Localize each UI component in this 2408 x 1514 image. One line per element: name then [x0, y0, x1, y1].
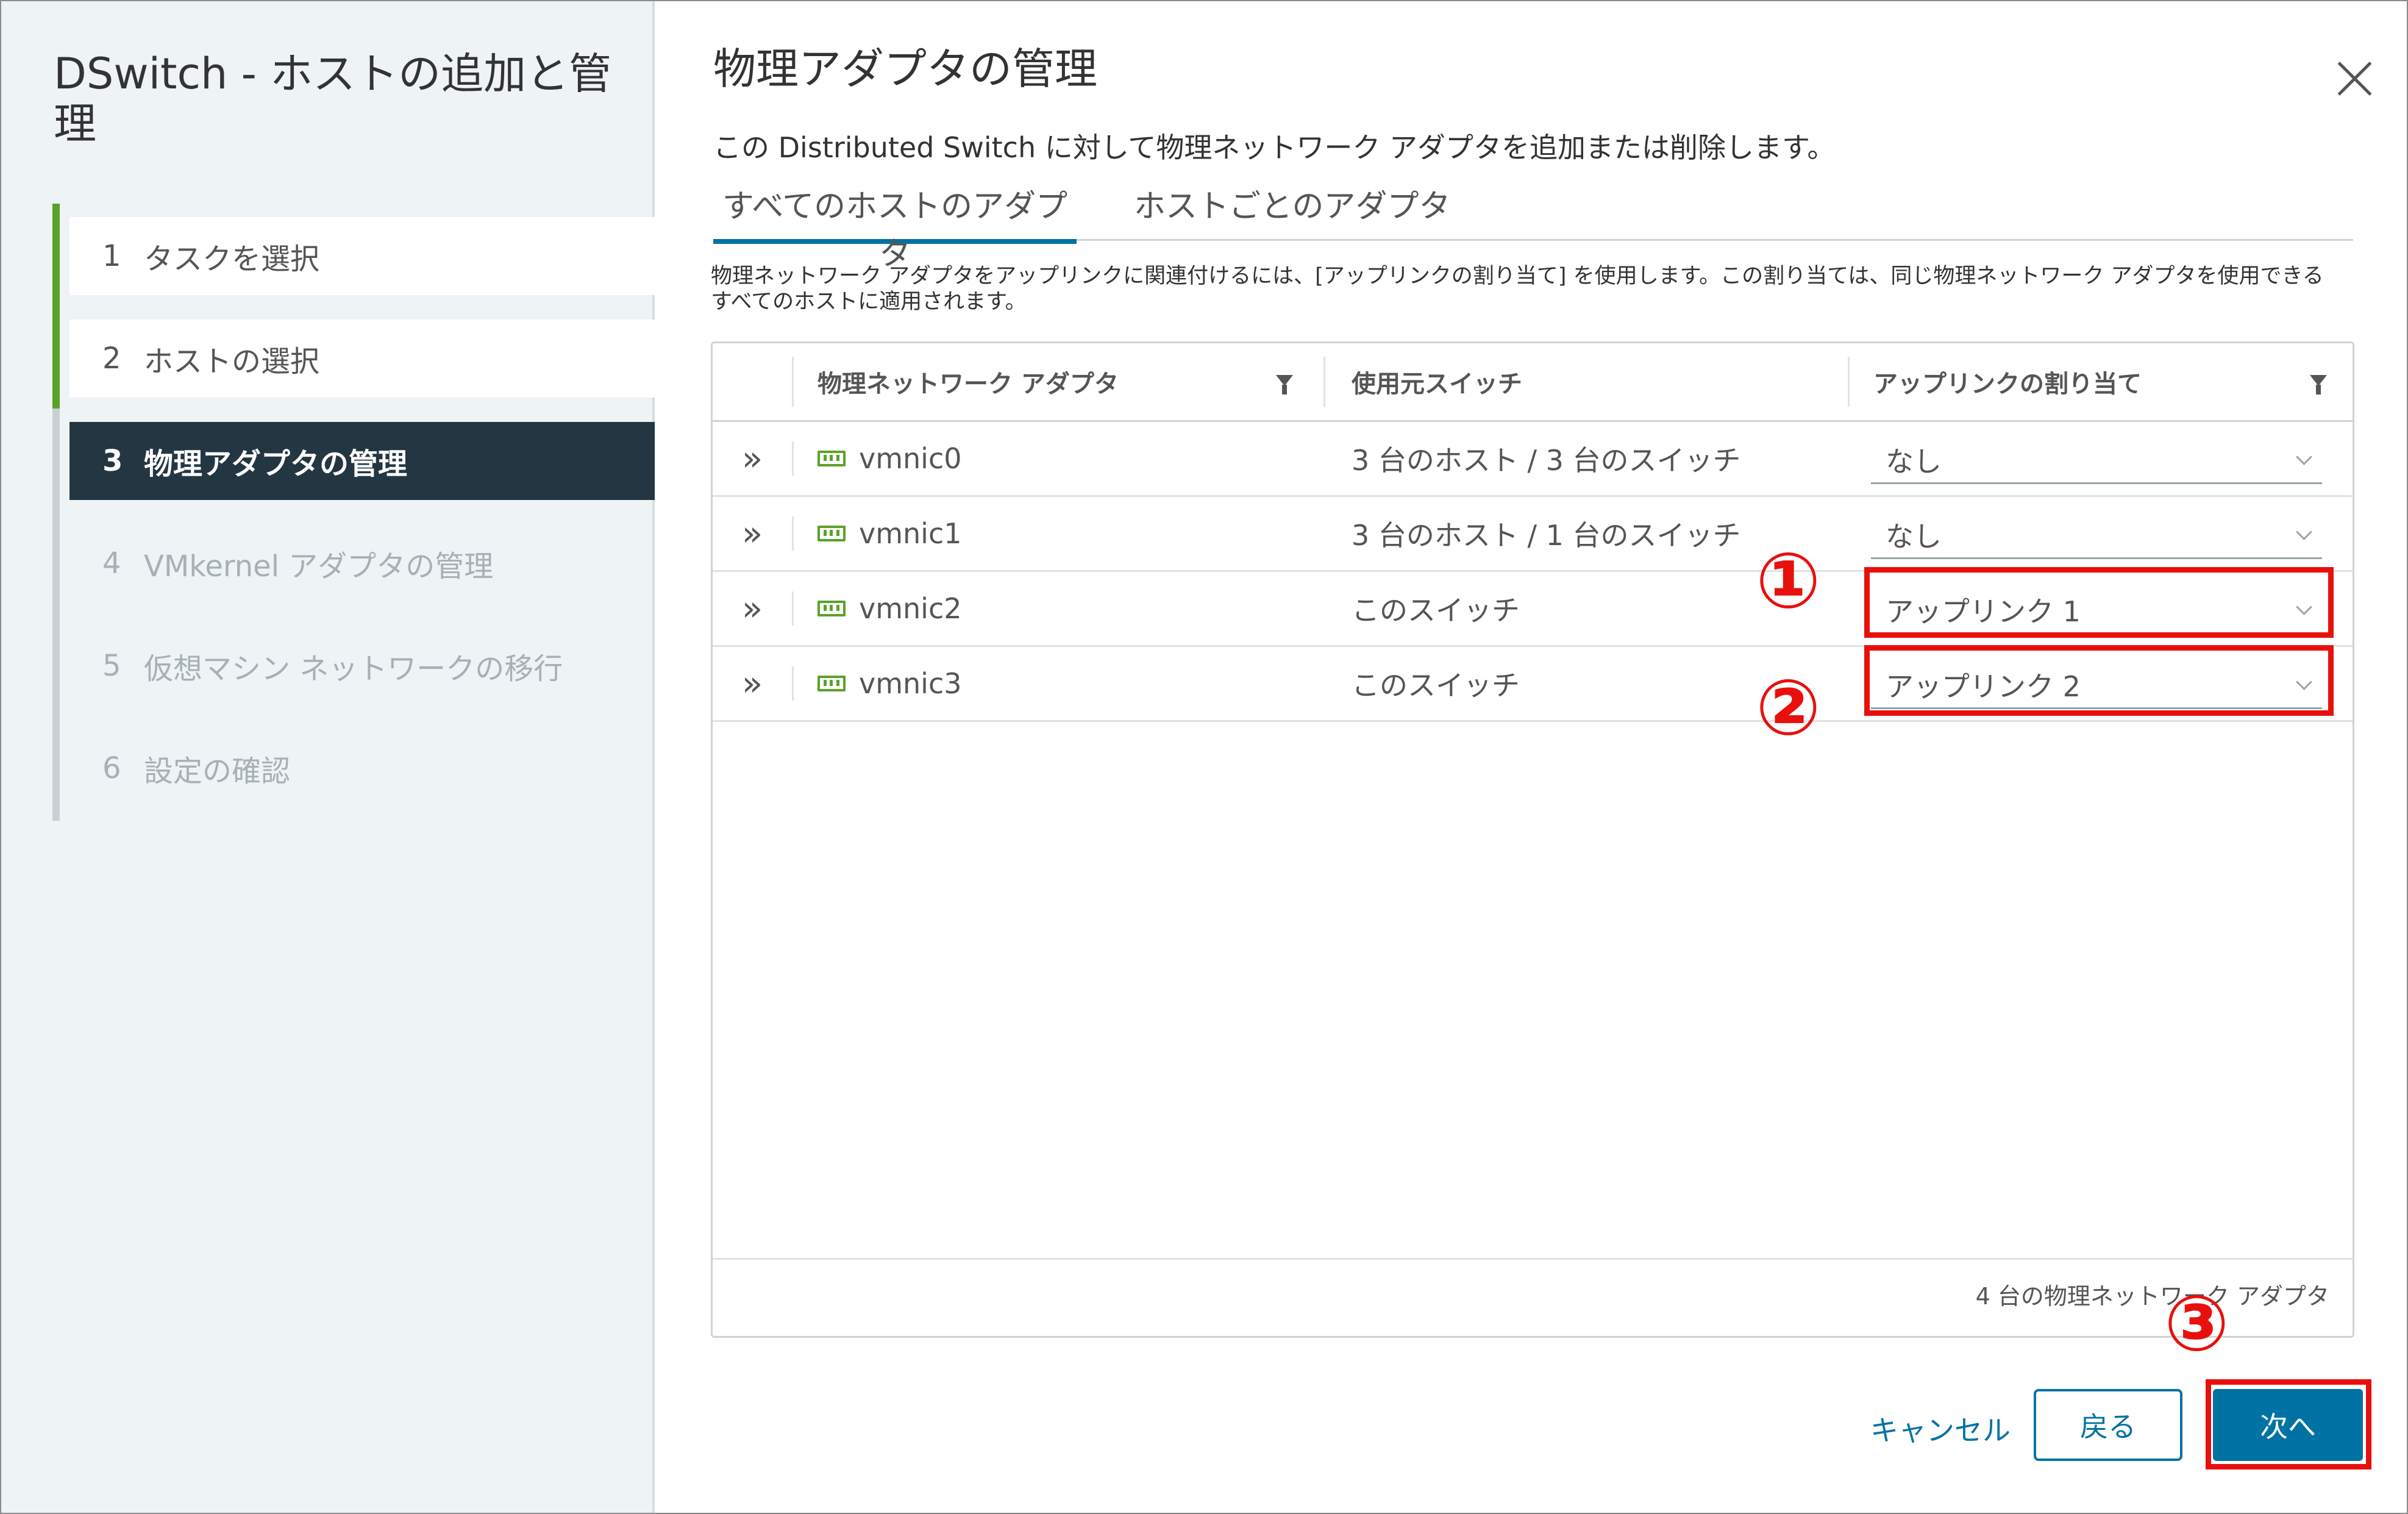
step-number: 4	[102, 546, 121, 580]
network-adapter-icon	[818, 676, 846, 691]
annotation-marker-3: ③	[2164, 1279, 2229, 1368]
row-separator	[792, 666, 794, 701]
expand-row-icon[interactable]: »	[713, 647, 792, 720]
header-switch[interactable]: 使用元スイッチ	[1352, 343, 1522, 420]
wizard-sidebar: DSwitch - ホストの追加と管理 1 タスクを選択 2 ホストの選択 3 …	[1, 1, 655, 1513]
step-label: 設定の確認	[144, 754, 291, 788]
expand-row-icon[interactable]: »	[713, 572, 792, 645]
uplink-select[interactable]: なし	[1871, 437, 2322, 484]
adapter-cell: vmnic2	[818, 572, 962, 645]
next-button[interactable]: 次へ	[2213, 1389, 2363, 1461]
back-button[interactable]: 戻る	[2034, 1389, 2182, 1461]
tab-bar: すべてのホストのアダプタ ホストごとのアダプタ	[713, 183, 2353, 273]
step-label: ホストの選択	[144, 345, 320, 379]
header-uplink[interactable]: アップリンクの割り当て	[1873, 343, 2142, 420]
tab-all-hosts-adapters[interactable]: すべてのホストのアダプタ	[713, 183, 1077, 273]
table-footer-divider	[713, 1258, 2353, 1260]
close-icon[interactable]	[2335, 59, 2375, 99]
column-separator	[1848, 357, 1850, 407]
step-number: 2	[102, 341, 121, 376]
uplink-select[interactable]: なし	[1871, 512, 2322, 559]
step-number: 5	[102, 649, 121, 683]
expand-row-icon[interactable]: »	[713, 497, 792, 570]
step-label: 仮想マシン ネットワークの移行	[144, 652, 563, 686]
switch-cell: 3 台のホスト / 1 台のスイッチ	[1352, 519, 1741, 552]
switch-cell: このスイッチ	[1352, 594, 1520, 627]
adapter-cell: vmnic3	[818, 647, 962, 720]
header-adapter[interactable]: 物理ネットワーク アダプタ	[818, 343, 1119, 420]
step-label: タスクを選択	[144, 242, 320, 276]
adapter-cell: vmnic0	[818, 422, 962, 495]
wizard-step-1[interactable]: 1 タスクを選択	[69, 217, 655, 295]
table-row: » vmnic1 3 台のホスト / 1 台のスイッチ なし	[713, 497, 2353, 572]
page-description: この Distributed Switch に対して物理ネットワーク アダプタを…	[713, 131, 1836, 164]
column-separator	[1323, 357, 1325, 407]
step-label: 物理アダプタの管理	[144, 447, 408, 481]
table-header: 物理ネットワーク アダプタ 使用元スイッチ アップリンクの割り当て	[713, 343, 2353, 422]
switch-cell: このスイッチ	[1352, 669, 1520, 702]
row-separator	[792, 516, 794, 551]
adapter-name: vmnic1	[859, 517, 962, 550]
wizard-step-2[interactable]: 2 ホストの選択	[69, 320, 655, 398]
wizard-title: DSwitch - ホストの追加と管理	[54, 49, 612, 149]
wizard-step-4: 4 VMkernel アダプタの管理	[69, 524, 655, 602]
step-number: 6	[102, 751, 121, 785]
expand-row-icon[interactable]: »	[713, 422, 792, 495]
step-number: 1	[102, 239, 121, 273]
tab-per-host-adapters[interactable]: ホストごとのアダプタ	[1134, 183, 1450, 239]
column-separator	[792, 357, 794, 407]
step-label: VMkernel アダプタの管理	[144, 549, 494, 584]
info-text: 物理ネットワーク アダプタをアップリンクに関連付けるには、[アップリンクの割り当…	[711, 264, 2324, 314]
network-adapter-icon	[818, 601, 846, 616]
chevron-down-icon	[2296, 449, 2312, 465]
adapter-table: 物理ネットワーク アダプタ 使用元スイッチ アップリンクの割り当て » vmni…	[711, 341, 2354, 1338]
step-number: 3	[102, 444, 123, 478]
wizard-step-3[interactable]: 3 物理アダプタの管理	[69, 422, 655, 500]
network-adapter-icon	[818, 451, 846, 466]
annotation-marker-2: ②	[1756, 663, 1821, 752]
filter-icon[interactable]	[2310, 375, 2327, 395]
cancel-button[interactable]: キャンセル	[1858, 1396, 2023, 1461]
adapter-name: vmnic3	[859, 667, 962, 700]
uplink-value: なし	[1886, 520, 1942, 553]
annotation-marker-1: ①	[1756, 536, 1821, 626]
highlight-uplink-2	[1864, 645, 2334, 716]
network-adapter-icon	[818, 526, 846, 541]
wizard-step-6: 6 設定の確認	[69, 729, 655, 807]
highlight-uplink-1	[1864, 567, 2334, 638]
adapter-name: vmnic2	[859, 592, 962, 625]
adapter-name: vmnic0	[859, 442, 962, 475]
adapter-cell: vmnic1	[818, 497, 962, 570]
steps-progress-done	[52, 204, 60, 409]
uplink-value: なし	[1886, 445, 1942, 478]
wizard-step-5: 5 仮想マシン ネットワークの移行	[69, 627, 655, 705]
table-row: » vmnic0 3 台のホスト / 3 台のスイッチ なし	[713, 422, 2353, 497]
filter-icon[interactable]	[1276, 375, 1293, 395]
row-separator	[792, 591, 794, 626]
table-footer-count: 4 台の物理ネットワーク アダプタ	[1975, 1283, 2329, 1310]
page-title: 物理アダプタの管理	[713, 44, 1097, 94]
row-separator	[792, 441, 794, 476]
chevron-down-icon	[2296, 524, 2312, 540]
switch-cell: 3 台のホスト / 3 台のスイッチ	[1352, 444, 1741, 477]
